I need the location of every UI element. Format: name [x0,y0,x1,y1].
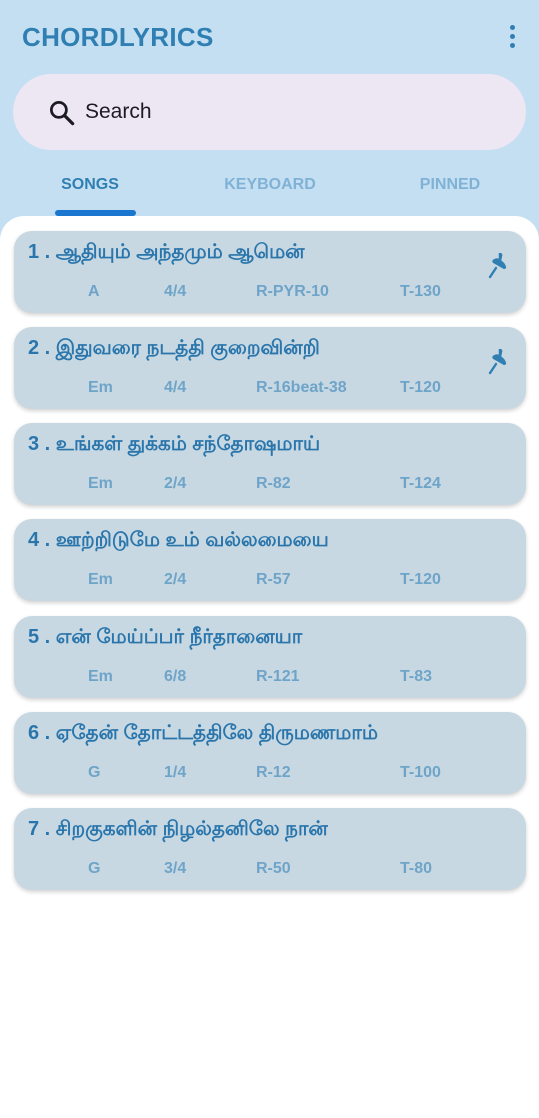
song-tempo: T-120 [400,571,441,588]
song-tempo: T-120 [400,379,441,396]
pin-icon[interactable] [486,251,512,279]
song-key: A [88,283,100,300]
tab-songs[interactable]: SONGS [20,176,160,194]
song-key: Em [88,475,113,492]
app-header: CHORDLYRICS Search SONGS KEYBOARD PINNED [0,0,539,240]
song-tempo: T-83 [400,668,433,685]
song-card[interactable]: 2 . இதுவரை நடத்தி குறைவின்றி Em 4/4 R-16bea… [14,327,526,409]
app-title: CHORDLYRICS [22,22,214,52]
song-tempo: T-80 [400,860,433,877]
tab-bar: SONGS KEYBOARD PINNED [0,160,539,220]
song-rhythm: R-PYR-10 [256,283,329,300]
song-time-signature: 2/4 [164,475,187,492]
song-key: Em [88,668,113,685]
song-rhythm: R-57 [256,571,291,588]
search-placeholder: Search [85,100,152,123]
song-rhythm: R-121 [256,668,300,685]
song-time-signature: 2/4 [164,571,187,588]
song-time-signature: 3/4 [164,860,187,877]
search-input[interactable]: Search [13,74,526,150]
song-title: 6 . ஏதேன் தோட்டத்திலே திருமணமாம் [28,722,378,744]
song-card[interactable]: 5 . என் மேய்ப்பர் நீர்தானையா Em 6/8 R-121 T-… [14,616,526,698]
song-key: Em [88,379,113,396]
song-key: G [88,860,101,877]
song-rhythm: R-82 [256,475,291,492]
song-tempo: T-130 [400,283,441,300]
song-card[interactable]: 4 . ஊற்றிடுமே உம் வல்லமையை Em 2/4 R-57 T-120 [14,519,526,601]
song-title: 5 . என் மேய்ப்பர் நீர்தானையா [28,626,303,648]
tab-keyboard[interactable]: KEYBOARD [200,176,340,194]
song-card[interactable]: 1 . ஆதியும் அந்தமும் ஆமென் A 4/4 R-PYR-10 T-… [14,231,526,313]
song-rhythm: R-50 [256,860,291,877]
song-rhythm: R-16beat-38 [256,379,347,396]
search-icon [50,101,75,126]
pin-icon[interactable] [486,347,512,375]
song-key: G [88,764,101,781]
song-card[interactable]: 6 . ஏதேன் தோட்டத்திலே திருமணமாம் G 1/4 R-12… [14,712,526,794]
song-title: 2 . இதுவரை நடத்தி குறைவின்றி [28,337,320,359]
song-time-signature: 4/4 [164,379,187,396]
song-title: 3 . உங்கள் துக்கம் சந்தோஷமாய் [28,433,321,455]
song-tempo: T-100 [400,764,441,781]
song-rhythm: R-12 [256,764,291,781]
song-time-signature: 1/4 [164,764,187,781]
song-time-signature: 6/8 [164,668,187,685]
song-time-signature: 4/4 [164,283,187,300]
song-card[interactable]: 3 . உங்கள் துக்கம் சந்தோஷமாய் Em 2/4 R-82 T-… [14,423,526,505]
song-title: 4 . ஊற்றிடுமே உம் வல்லமையை [28,529,329,551]
song-title: 1 . ஆதியும் அந்தமும் ஆமென் [28,241,305,263]
song-key: Em [88,571,113,588]
more-vert-icon[interactable] [498,20,526,52]
song-card[interactable]: 7 . சிறகுகளின் நிழல்தனிலே நான் G 3/4 R-50 T-… [14,808,526,890]
tab-pinned[interactable]: PINNED [380,176,520,194]
song-title: 7 . சிறகுகளின் நிழல்தனிலே நான் [28,818,328,840]
song-tempo: T-124 [400,475,441,492]
